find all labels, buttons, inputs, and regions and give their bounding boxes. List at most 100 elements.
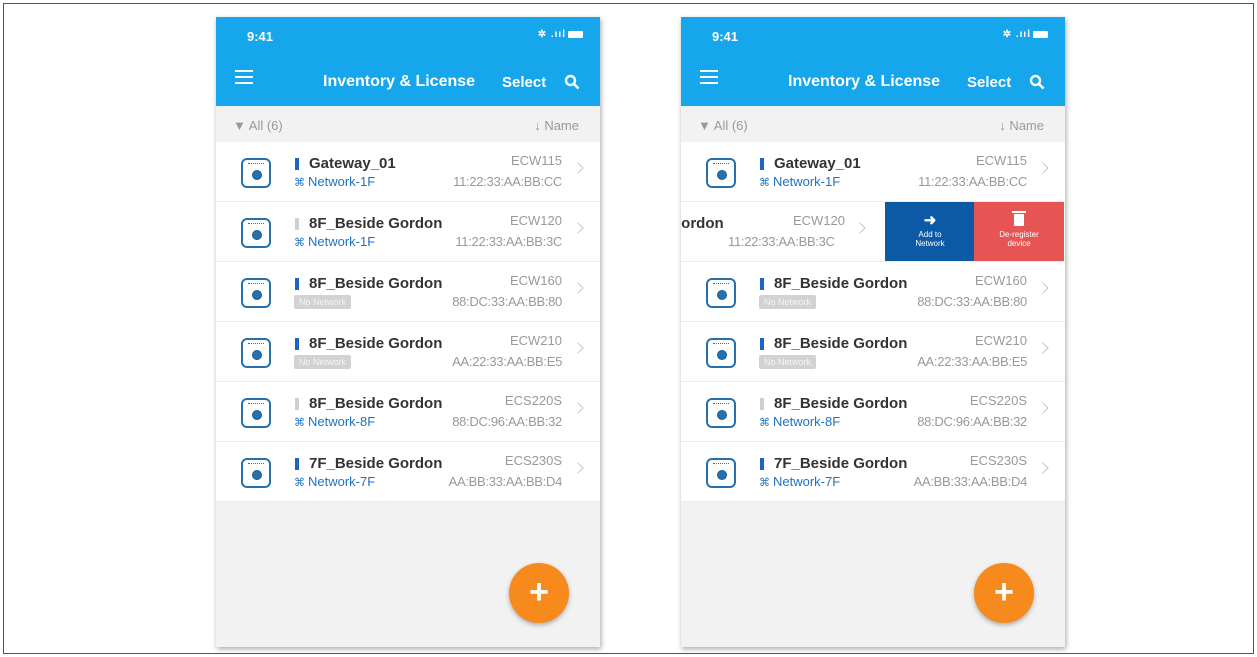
device-model: ECW160 [509,273,562,288]
network-icon: ⌘ [294,237,305,249]
swiped-device-row[interactable]: iordon ECW120 11:22:33:AA:BB:3C ➜ Add to… [681,202,1065,262]
device-model: ECS220S [504,393,562,408]
sort-bar: ▼ All (6) ↓ Name [216,107,600,141]
add-device-fab[interactable]: + [509,563,569,623]
sort-button[interactable]: ↓ Name [999,118,1044,133]
device-mac: AA:22:33:AA:BB:E5 [917,354,1027,369]
device-name: Gateway_01 [309,155,396,172]
device-row[interactable]: 8F_Beside Gordon No Network ECW210 AA:22… [216,322,600,382]
add-to-network-button[interactable]: ➜ Add to Network [885,202,975,261]
chevron-right-icon [1037,282,1049,294]
device-icon [241,218,271,248]
sort-arrow-icon: ↓ [999,118,1006,133]
device-model: ECW120 [509,213,562,228]
add-device-fab[interactable]: + [974,563,1034,623]
device-name: 7F_Beside Gordon [774,455,908,472]
network-icon: ⌘ [759,177,770,189]
device-name: 7F_Beside Gordon [309,455,443,472]
device-list: Gateway_01 ⌘ Network-1F ECW115 11:22:33:A… [681,142,1065,502]
menu-icon[interactable] [700,70,718,84]
status-icons: ✲ .ııl [538,29,583,40]
signal-indicator [760,458,764,470]
filter-button[interactable]: ▼ All (6) [698,118,748,133]
device-mac: 11:22:33:AA:BB:3C [728,234,835,249]
device-row[interactable]: 8F_Beside Gordon ⌘ Network-8F ECS220S 88:… [216,382,600,442]
login-arrow-icon: ➜ [923,212,937,229]
page-title: Inventory & License [323,73,476,90]
device-icon [241,458,271,488]
device-row[interactable]: 8F_Beside Gordon No Network ECW160 88:DC… [681,262,1065,322]
network-icon: ⌘ [294,477,305,489]
network-link[interactable]: ⌘ Network-7F [294,474,375,489]
device-row[interactable]: 8F_Beside Gordon ⌘ Network-1F ECW120 11:2… [216,202,600,262]
signal-indicator [295,218,299,230]
network-link[interactable]: ⌘ Network-1F [759,174,840,189]
sort-button[interactable]: ↓ Name [534,118,579,133]
signal-indicator [760,398,764,410]
device-name: 8F_Beside Gordon [309,215,443,232]
device-row[interactable]: 7F_Beside Gordon ⌘ Network-7F ECS230S AA:… [681,442,1065,502]
device-mac: 11:22:33:AA:BB:CC [918,174,1027,189]
device-model: ECW160 [974,273,1027,288]
device-name: Gateway_01 [774,155,861,172]
device-mac: AA:22:33:AA:BB:E5 [452,354,562,369]
search-icon[interactable] [1029,74,1045,90]
device-name: 8F_Beside Gordon [774,395,908,412]
menu-icon[interactable] [235,70,253,84]
device-mac: 88:DC:96:AA:BB:32 [917,414,1027,429]
status-icons: ✲ .ııl [1003,29,1048,40]
device-row[interactable]: Gateway_01 ⌘ Network-1F ECW115 11:22:33:A… [216,142,600,202]
deregister-device-button[interactable]: De-register device [974,202,1064,261]
select-button[interactable]: Select [967,74,1011,91]
no-network-badge: No Network [759,355,817,369]
trash-icon [1012,211,1026,226]
screenshot-frame: 9:41 ✲ .ııl Inventory & License Select ▼… [3,3,1254,654]
chevron-right-icon [854,222,866,234]
device-name: 8F_Beside Gordon [774,335,908,352]
device-icon [706,398,736,428]
network-link[interactable]: ⌘ Network-7F [759,474,840,489]
chevron-right-icon [572,162,584,174]
device-model: ECS230S [969,453,1027,468]
device-row[interactable]: 8F_Beside Gordon No Network ECW210 AA:22… [681,322,1065,382]
device-mac: 88:DC:96:AA:BB:32 [452,414,562,429]
network-link[interactable]: ⌘ Network-1F [294,234,375,249]
device-icon [241,158,271,188]
signal-icon: ✲ .ııl [1002,29,1031,40]
chevron-right-icon [572,222,584,234]
filter-icon: ▼ [233,118,246,133]
network-link[interactable]: ⌘ Network-8F [759,414,840,429]
device-row[interactable]: 7F_Beside Gordon ⌘ Network-7F ECS230S AA:… [216,442,600,502]
select-button[interactable]: Select [502,74,546,91]
chevron-right-icon [1037,162,1049,174]
network-link[interactable]: ⌘ Network-1F [294,174,375,189]
device-name: 8F_Beside Gordon [774,275,908,292]
network-link[interactable]: ⌘ Network-8F [294,414,375,429]
device-name: 8F_Beside Gordon [309,335,443,352]
device-name: 8F_Beside Gordon [309,275,443,292]
device-row[interactable]: Gateway_01 ⌘ Network-1F ECW115 11:22:33:A… [681,142,1065,202]
device-mac: 88:DC:33:AA:BB:80 [452,294,562,309]
sort-arrow-icon: ↓ [534,118,541,133]
device-model: ECS220S [969,393,1027,408]
status-time: 9:41 [712,29,739,44]
chevron-right-icon [1037,402,1049,414]
network-icon: ⌘ [294,177,305,189]
filter-button[interactable]: ▼ All (6) [233,118,283,133]
device-name: 8F_Beside Gordon [309,395,443,412]
app-bar: 9:41 ✲ .ııl Inventory & License Select [681,17,1065,106]
device-mac: AA:BB:33:AA:BB:D4 [448,474,563,489]
app-bar: 9:41 ✲ .ııl Inventory & License Select [216,17,600,106]
chevron-right-icon [1037,342,1049,354]
device-row[interactable]: 8F_Beside Gordon ⌘ Network-8F ECS220S 88:… [681,382,1065,442]
chevron-right-icon [572,342,584,354]
no-network-badge: No Network [759,295,817,309]
network-icon: ⌘ [759,417,770,429]
phone-screen-swiped: 9:41 ✲ .ııl Inventory & License Select ▼… [681,17,1065,647]
device-mac: 11:22:33:AA:BB:CC [453,174,562,189]
device-row[interactable]: 8F_Beside Gordon No Network ECW160 88:DC… [216,262,600,322]
device-model: ECW210 [509,333,562,348]
sort-bar: ▼ All (6) ↓ Name [681,107,1065,141]
signal-indicator [295,158,299,170]
search-icon[interactable] [564,74,580,90]
